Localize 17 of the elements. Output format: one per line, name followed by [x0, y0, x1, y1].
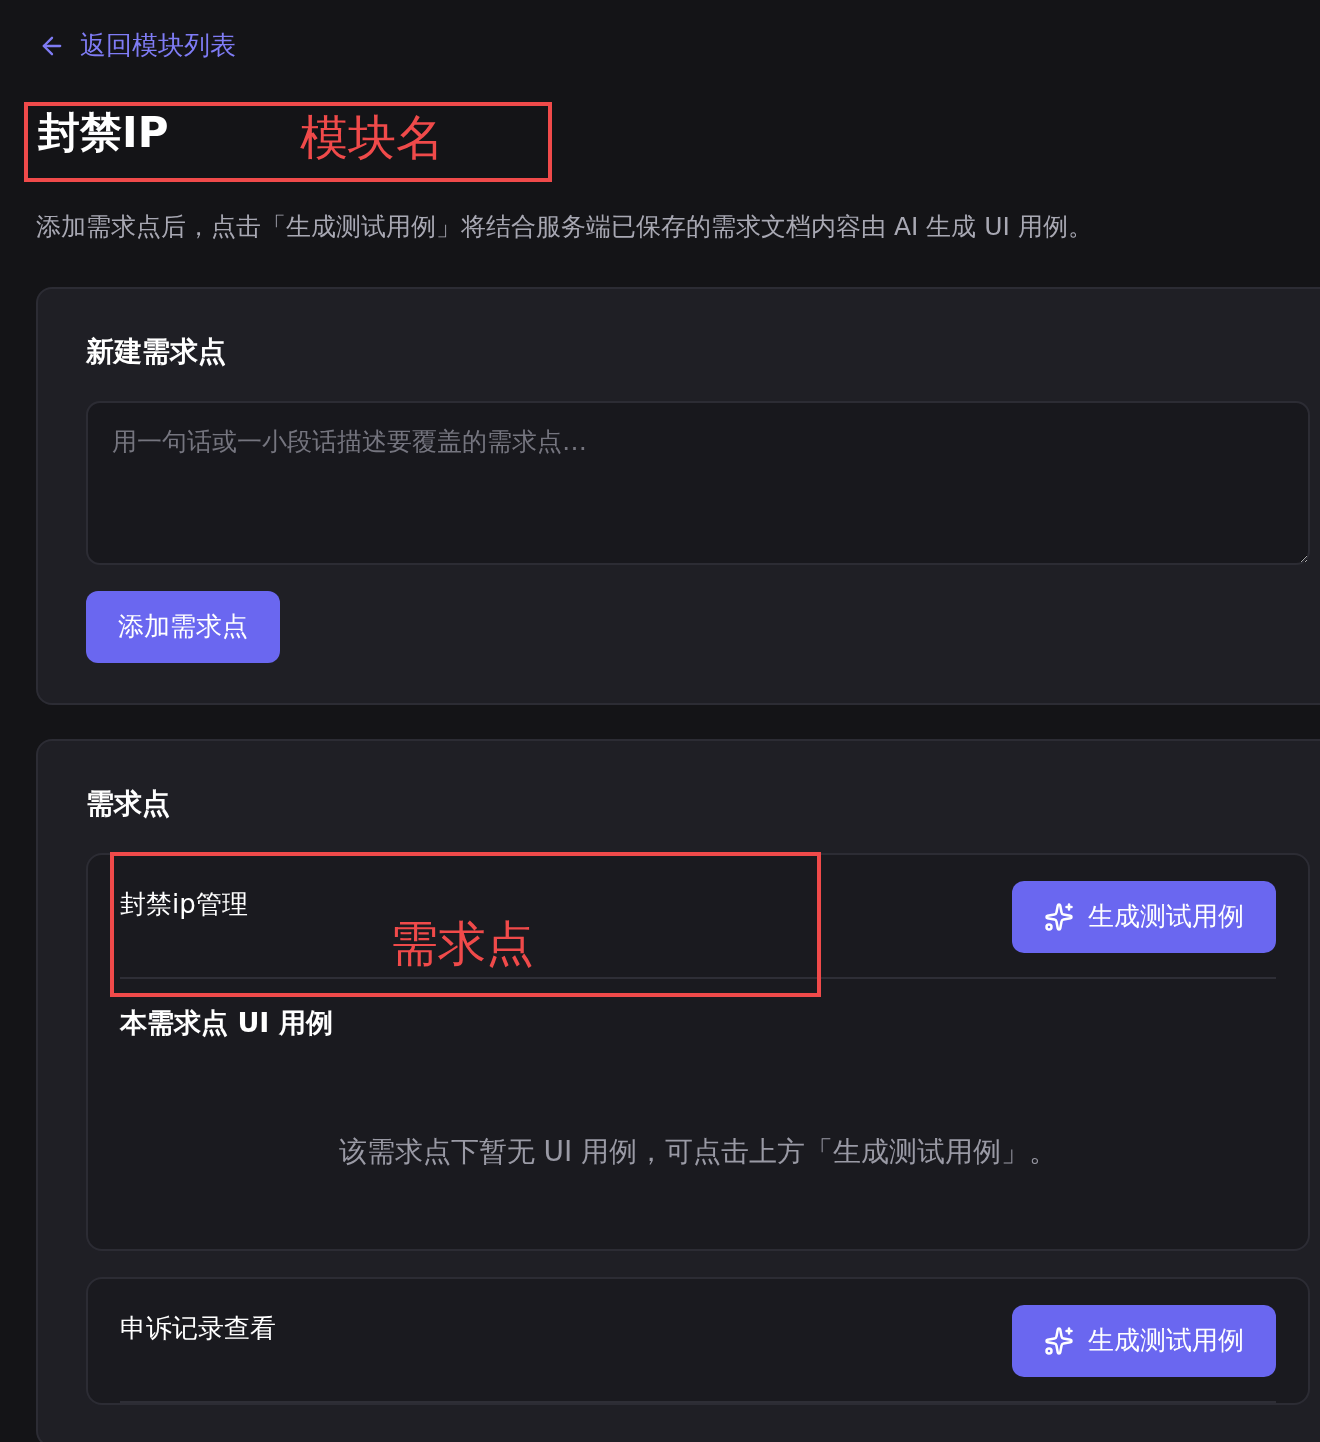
generate-cases-button[interactable]: 生成测试用例: [1012, 880, 1276, 953]
description-text: 添加需求点后，点击「生成测试用例」将结合服务端已保存的需求文档内容由 AI 生成 UI 用例。: [36, 210, 1094, 243]
requirement-name: 申诉记录查看: [120, 1312, 276, 1346]
module-title: 封禁IP: [38, 107, 169, 158]
sparkles-icon: [1044, 1325, 1074, 1356]
requirement-name: 封禁ip管理: [120, 888, 248, 922]
back-link[interactable]: 返回模块列表: [38, 28, 236, 63]
sparkles-icon: [1044, 901, 1074, 932]
annotation-label: 需求点: [390, 914, 534, 973]
generate-cases-button[interactable]: 生成测试用例: [1012, 1304, 1276, 1377]
cases-title: 本需求点 UI 用例: [120, 1005, 334, 1040]
empty-state-text: 该需求点下暂无 UI 用例，可点击上方「生成测试用例」。: [337, 1133, 1059, 1170]
annotation-label: 模块名: [300, 108, 444, 167]
card-title: 新建需求点: [86, 333, 227, 370]
add-requirement-button[interactable]: 添加需求点: [86, 590, 280, 663]
card-title: 需求点: [86, 785, 171, 822]
requirement-input[interactable]: 用一句话或一小段话描述要覆盖的需求点…: [86, 400, 1310, 565]
